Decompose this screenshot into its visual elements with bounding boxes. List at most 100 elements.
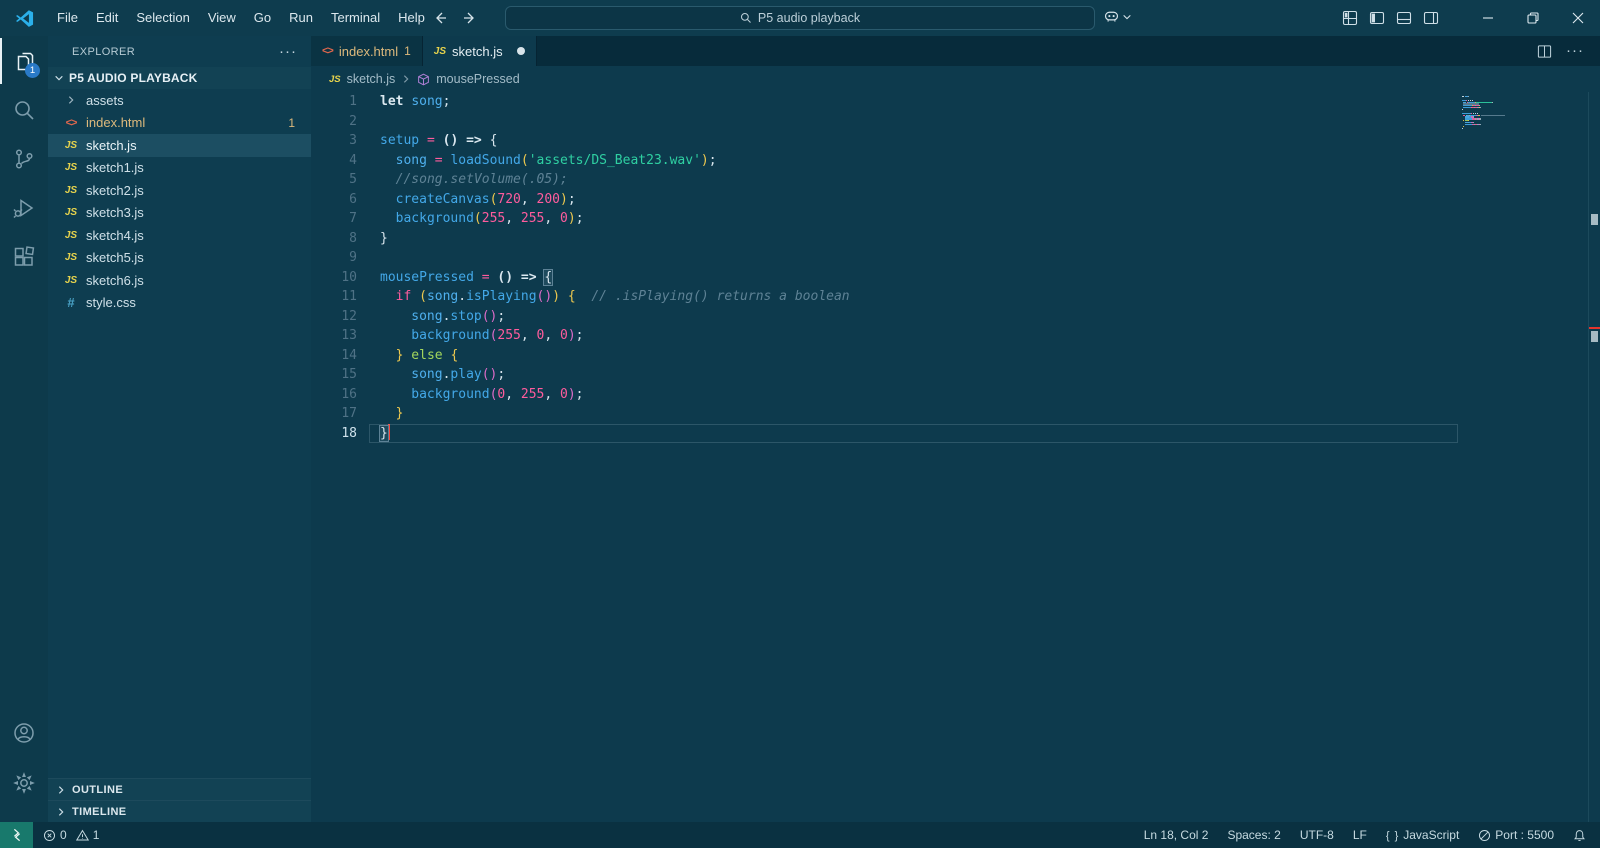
code-line-8: 8} — [311, 229, 1600, 249]
code-token: 200 — [536, 191, 561, 207]
extensions-icon — [12, 245, 36, 269]
warning-icon — [75, 829, 89, 840]
statusbar-utf-8[interactable]: UTF-8 — [1300, 828, 1334, 842]
file-row-sketch5.js[interactable]: JS sketch5.js — [48, 247, 311, 270]
file-row-sketch2.js[interactable]: JS sketch2.js — [48, 179, 311, 202]
file-row-sketch.js[interactable]: JS sketch.js — [48, 134, 311, 157]
copilot-button[interactable] — [1103, 8, 1132, 25]
minimap-token — [1462, 127, 1463, 129]
code-token: 0 — [560, 328, 568, 343]
menu-selection[interactable]: Selection — [127, 0, 198, 36]
js-file-icon: JS — [64, 252, 78, 264]
file-row-sketch6.js[interactable]: JS sketch6.js — [48, 269, 311, 292]
activity-badge: 1 — [25, 63, 40, 78]
code-token: { — [489, 133, 498, 148]
vscode-logo-icon — [0, 9, 48, 28]
minimap-line — [1462, 127, 1522, 129]
toggle-panel-button[interactable] — [1396, 10, 1412, 26]
file-row-sketch1.js[interactable]: JS sketch1.js — [48, 157, 311, 180]
tab-index.html[interactable]: <> index.html 1 — [311, 36, 423, 66]
code-token: if — [395, 289, 412, 304]
statusbar-port-5500[interactable]: Port : 5500 — [1478, 828, 1554, 842]
code-token: 255 — [497, 328, 521, 343]
overview-ruler-cursor-line — [1589, 327, 1600, 329]
activity-extensions-button[interactable] — [0, 234, 48, 280]
statusbar-javascript[interactable]: { } JavaScript — [1386, 828, 1459, 842]
menu-view[interactable]: View — [199, 0, 245, 36]
file-name: sketch.js — [86, 137, 137, 153]
editor-more-actions-button[interactable]: ··· — [1566, 43, 1584, 58]
problems-errors[interactable]: 0 — [43, 828, 67, 842]
overview-ruler[interactable] — [1588, 92, 1600, 822]
code-editor[interactable]: 1 let song; 2 3 setup = () => {4 song = loadS… — [311, 92, 1600, 822]
close-window-button[interactable] — [1555, 0, 1600, 36]
code-token: ) — [552, 289, 561, 304]
split-editor-button[interactable] — [1537, 44, 1552, 59]
project-folder-header[interactable]: P5 AUDIO PLAYBACK — [48, 67, 311, 89]
problems-warnings[interactable]: 1 — [75, 828, 99, 842]
js-file-icon: JS — [64, 274, 78, 286]
code-token: play — [450, 367, 482, 382]
statusbar-label: UTF-8 — [1299, 828, 1334, 842]
customize-layout-button[interactable] — [1342, 10, 1358, 26]
line-content: if (song.isPlaying()) { // .isPlaying() … — [357, 287, 850, 307]
code-token: isPlaying — [466, 289, 537, 304]
restore-button[interactable] — [1510, 0, 1555, 36]
toggle-primary-sidebar-button[interactable] — [1369, 10, 1385, 26]
tab-sketch.js[interactable]: JS sketch.js — [422, 36, 537, 66]
activity-settings-button[interactable] — [0, 760, 48, 806]
statusbar-ln-18-col-2[interactable]: Ln 18, Col 2 — [1144, 828, 1209, 842]
section-outline[interactable]: OUTLINE — [48, 778, 311, 800]
dirty-indicator-icon[interactable] — [516, 47, 525, 55]
file-row-sketch3.js[interactable]: JS sketch3.js — [48, 202, 311, 225]
back-arrow-icon[interactable] — [432, 10, 448, 26]
section-timeline[interactable]: TIMELINE — [48, 800, 311, 822]
activity-accounts-button[interactable] — [0, 710, 48, 756]
file-row-index.html[interactable]: <> index.html 1 — [48, 112, 311, 135]
code-token: . — [458, 289, 467, 304]
toggle-secondary-sidebar-button[interactable] — [1423, 10, 1439, 26]
code-token: { — [543, 268, 554, 286]
activity-source-control-button[interactable] — [0, 136, 48, 182]
line-number: 7 — [349, 211, 357, 226]
chevron-down-icon — [55, 75, 63, 81]
file-row-style.css[interactable]: # style.css — [48, 292, 311, 315]
activity-explorer-button[interactable]: 1 — [0, 38, 48, 84]
code-token: ( — [419, 289, 427, 304]
menu-edit[interactable]: Edit — [87, 0, 127, 36]
menu-go[interactable]: Go — [245, 0, 280, 36]
breadcrumb-file[interactable]: sketch.js — [347, 72, 396, 86]
code-token: ; — [575, 386, 584, 402]
tab-badge: 1 — [404, 44, 411, 58]
line-content: background(255, 0, 0); — [357, 326, 583, 346]
minimize-button[interactable] — [1465, 0, 1510, 36]
braces-icon: { } — [1385, 830, 1400, 842]
status-bar: 0 1 Ln 18, Col 2 Spaces: 2 UTF-8 LF { } JavaS… — [0, 822, 1600, 848]
menu-file[interactable]: File — [48, 0, 87, 36]
command-center-search[interactable]: P5 audio playback — [505, 6, 1095, 30]
explorer-more-actions-button[interactable]: ··· — [279, 44, 297, 59]
statusbar-label: JavaScript — [1403, 828, 1460, 842]
file-row-assets[interactable]: assets — [48, 89, 311, 112]
statusbar-spaces-2[interactable]: Spaces: 2 — [1227, 828, 1280, 842]
minimap[interactable] — [1462, 96, 1522, 129]
breadcrumb: JS sketch.js mousePressed — [311, 66, 1600, 92]
forward-arrow-icon[interactable] — [462, 10, 478, 26]
menu-run[interactable]: Run — [280, 0, 322, 36]
menu-terminal[interactable]: Terminal — [322, 0, 389, 36]
statusbar-lf[interactable]: LF — [1353, 828, 1367, 842]
text-cursor — [387, 423, 391, 440]
statusbar-bell[interactable] — [1573, 829, 1586, 842]
line-number: 18 — [341, 425, 357, 441]
code-token: 255 — [520, 386, 545, 402]
file-row-sketch4.js[interactable]: JS sketch4.js — [48, 224, 311, 247]
remote-indicator[interactable] — [0, 822, 33, 848]
menu-help[interactable]: Help — [389, 0, 434, 36]
breadcrumb-symbol[interactable]: mousePressed — [436, 72, 519, 86]
activity-run-debug-button[interactable] — [0, 185, 48, 231]
activity-search-button[interactable] — [0, 87, 48, 133]
